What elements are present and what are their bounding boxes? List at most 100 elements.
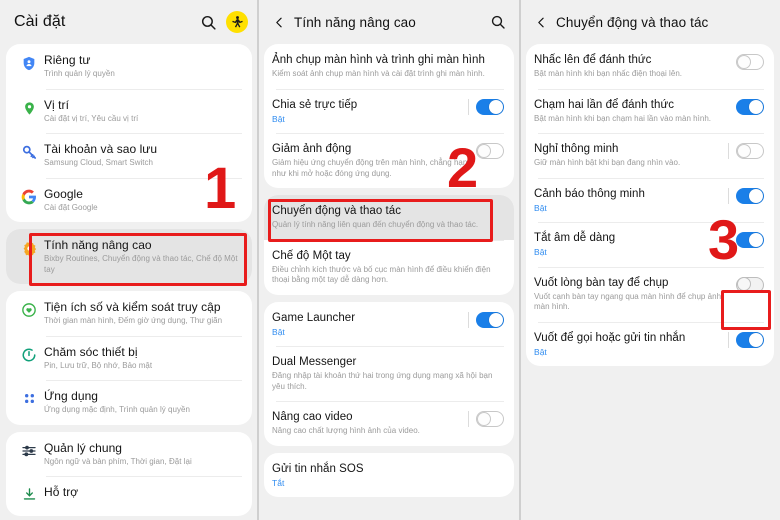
item-subtitle: Cài đặt vị trí, Yêu cầu vị trí (44, 113, 139, 123)
item-status: Tắt (272, 477, 285, 488)
item-title: Chuyển động và thao tác (272, 205, 402, 217)
toggle-smart-stay[interactable] (736, 143, 764, 159)
sidebar-item-device-care[interactable]: Chăm sóc thiết bị Pin, Lưu trữ, Bộ nhớ, … (6, 335, 252, 381)
panel-divider (519, 0, 521, 520)
settings-list[interactable]: Riêng tư Trình quản lý quyền Vị trí Cài … (0, 44, 258, 520)
toggle-lift-to-wake[interactable] (736, 54, 764, 70)
toggle-smart-alert[interactable] (736, 187, 764, 204)
item-status: Bật (272, 113, 285, 124)
sidebar-item-privacy[interactable]: Riêng tư Trình quản lý quyền (6, 44, 252, 89)
list-item-dual-messenger[interactable]: Dual Messenger Đăng nhập tài khoản thứ h… (264, 346, 514, 401)
toggle-palm-swipe-capture[interactable] (736, 276, 764, 293)
list-item-double-tap-to-wake[interactable]: Chạm hai lần để đánh thức Bật màn hình k… (526, 88, 774, 134)
wellbeing-heart-icon (14, 300, 44, 318)
apps-grid-icon (14, 389, 44, 406)
settings-group: Riêng tư Trình quản lý quyền Vị trí Cài … (6, 44, 252, 222)
item-title: Game Launcher (272, 311, 356, 324)
toggle-game-launcher[interactable] (476, 311, 504, 328)
list-item-swipe-to-call[interactable]: Vuốt để gọi hoặc gửi tin nhắn Bật (526, 321, 774, 367)
sidebar-item-general-management[interactable]: Quản lý chung Ngôn ngữ và bàn phím, Thời… (6, 432, 252, 477)
list-item-smart-stay[interactable]: Nghỉ thông minh Giữ màn hình bật khi bạn… (526, 133, 774, 178)
panel-divider (257, 0, 259, 520)
feature-group: Game Launcher Bật Dual Messenger Đăng nh… (264, 301, 514, 446)
list-item-lift-to-wake[interactable]: Nhấc lên để đánh thức Bật màn hình khi b… (526, 44, 774, 89)
toggle-reduce-animations[interactable] (476, 143, 504, 159)
item-subtitle: Bật màn hình khi bạn chạm hai lần vào mà… (534, 113, 712, 123)
sidebar-item-apps[interactable]: Ứng dụng Ứng dụng mặc định, Trình quản l… (6, 380, 252, 425)
sidebar-item-support[interactable]: Hỗ trợ (6, 476, 252, 516)
settings-group: Quản lý chung Ngôn ngữ và bàn phím, Thời… (6, 431, 252, 516)
support-download-icon (14, 485, 44, 502)
list-item-one-handed-mode[interactable]: Chế độ Một tay Điều chỉnh kích thước và … (264, 239, 514, 295)
item-title: Tiện ích số và kiểm soát truy cập (44, 300, 221, 314)
list-item-video-enhancer[interactable]: Nâng cao video Nâng cao chất lượng hình … (264, 401, 514, 446)
header-settings-root: Cài đặt (0, 0, 258, 44)
item-title: Nghỉ thông minh (534, 143, 619, 155)
list-item-game-launcher[interactable]: Game Launcher Bật (264, 302, 514, 347)
search-icon[interactable] (196, 10, 220, 34)
item-title: Chia sẻ trực tiếp (272, 98, 358, 111)
item-title: Quản lý chung (44, 440, 123, 455)
list-item-palm-swipe-capture[interactable]: Vuốt lòng bàn tay để chụp Vuốt cạnh bàn … (526, 266, 774, 322)
item-title: Tắt âm dễ dàng (534, 232, 616, 244)
page-title: Chuyển động và thao tác (556, 14, 709, 30)
item-status: Bật (272, 326, 285, 337)
sliders-icon (14, 441, 44, 459)
item-status: Bật (534, 346, 547, 357)
item-title: Gửi tin nhắn SOS (272, 462, 364, 475)
panel-settings-root: Cài đặt Riêng tư Trình quản lý quyền Vị … (0, 0, 258, 520)
sidebar-item-advanced-features[interactable]: Tính năng nâng cao Bixby Routines, Chuyể… (6, 229, 252, 284)
item-subtitle: Đăng nhập tài khoản thứ hai trong ứng dụ… (272, 371, 493, 391)
advanced-features-list[interactable]: Ảnh chụp màn hình và trình ghi màn hình … (258, 44, 520, 520)
list-item-smart-alert[interactable]: Cảnh báo thông minh Bật (526, 177, 774, 223)
item-title: Nâng cao video (272, 411, 353, 423)
location-pin-icon (14, 98, 44, 117)
list-item-direct-share[interactable]: Chia sẻ trực tiếp Bật (264, 88, 514, 134)
list-item-easy-mute[interactable]: Tắt âm dễ dàng Bật (526, 222, 774, 267)
item-subtitle: Giảm hiệu ứng chuyển động trên màn hình,… (272, 158, 468, 178)
item-subtitle: Trình quản lý quyền (44, 69, 115, 78)
item-title: Cảnh báo thông minh (534, 187, 645, 200)
toggle-video-enhancer[interactable] (476, 411, 504, 427)
item-title: Chế độ Một tay (272, 249, 351, 262)
feature-group: Chuyển động và thao tác Quản lý tính năn… (264, 195, 514, 295)
device-care-icon (14, 345, 44, 363)
toggle-easy-mute[interactable] (736, 232, 764, 248)
item-subtitle: Bixby Routines, Chuyển động và thao tác,… (44, 254, 238, 274)
toggle-direct-share[interactable] (476, 98, 504, 115)
list-item-reduce-animations[interactable]: Giảm ảnh động Giảm hiệu ứng chuyển động … (264, 133, 514, 188)
sidebar-item-accounts-backup[interactable]: Tài khoản và sao lưu Samsung Cloud, Smar… (6, 133, 252, 178)
motions-gestures-list[interactable]: Nhấc lên để đánh thức Bật màn hình khi b… (520, 44, 780, 520)
item-title: Hỗ trợ (44, 485, 79, 499)
item-status: Bật (534, 247, 547, 257)
page-title: Cài đặt (14, 13, 66, 30)
list-item-motions-gestures[interactable]: Chuyển động và thao tác Quản lý tính năn… (264, 195, 514, 240)
item-subtitle: Quản lý tính năng liên quan đến chuyển đ… (272, 220, 479, 229)
item-subtitle: Nâng cao chất lượng hình ảnh của video. (272, 426, 420, 435)
settings-group: Tính năng nâng cao Bixby Routines, Chuyể… (6, 229, 252, 284)
sidebar-item-digital-wellbeing[interactable]: Tiện ích số và kiểm soát truy cập Thời g… (6, 291, 252, 336)
item-title: Chạm hai lần để đánh thức (534, 98, 675, 111)
bixby-routines-icon[interactable] (226, 11, 248, 33)
header-advanced-features: Tính năng nâng cao (258, 0, 520, 44)
item-subtitle: Điều chỉnh kích thước và bố cục màn hình… (272, 264, 491, 285)
item-subtitle: Kiểm soát ảnh chụp màn hình và cài đặt t… (272, 69, 485, 78)
item-subtitle: Giữ màn hình bật khi bạn đang nhìn vào. (534, 158, 681, 167)
item-title: Google (44, 186, 83, 201)
sidebar-item-google[interactable]: Google Cài đặt Google (6, 177, 252, 223)
search-icon[interactable] (486, 10, 510, 34)
toggle-double-tap-to-wake[interactable] (736, 98, 764, 115)
list-item-send-sos[interactable]: Gửi tin nhắn SOS Tắt (264, 453, 514, 498)
page-title: Tính năng nâng cao (294, 14, 416, 30)
feature-group: Gửi tin nhắn SOS Tắt (264, 452, 514, 498)
item-subtitle: Ứng dụng mặc định, Trình quản lý quyền (44, 405, 190, 414)
item-title: Ảnh chụp màn hình và trình ghi màn hình (272, 54, 485, 66)
item-title: Vuốt để gọi hoặc gửi tin nhắn (534, 331, 686, 344)
item-title: Chăm sóc thiết bị (44, 344, 138, 359)
toggle-swipe-to-call[interactable] (736, 331, 764, 348)
sidebar-item-location[interactable]: Vị trí Cài đặt vị trí, Yêu cầu vị trí (6, 88, 252, 134)
list-item-screenshots[interactable]: Ảnh chụp màn hình và trình ghi màn hình … (264, 44, 514, 89)
gesture-group: Nhấc lên để đánh thức Bật màn hình khi b… (526, 44, 774, 366)
chevron-left-icon[interactable] (530, 11, 552, 33)
chevron-left-icon[interactable] (268, 11, 290, 33)
